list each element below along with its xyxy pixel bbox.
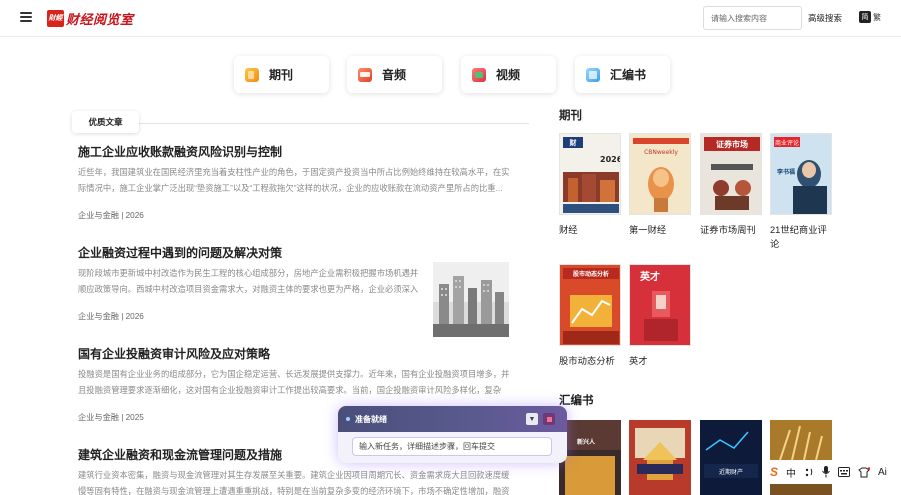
journal-name[interactable]: 英才 bbox=[629, 354, 691, 368]
logo-badge: 財經 bbox=[47, 9, 64, 27]
journal-cover[interactable]: 商业评论 李书福 bbox=[770, 133, 832, 215]
stop-icon bbox=[546, 416, 552, 422]
svg-text:英才: 英才 bbox=[639, 270, 660, 283]
category-label: 期刊 bbox=[269, 68, 294, 82]
journal-name[interactable]: 证券市场周刊 bbox=[700, 223, 762, 237]
punctuation-icon[interactable] bbox=[804, 465, 814, 479]
audio-icon bbox=[358, 67, 372, 82]
hamburger-menu-icon[interactable] bbox=[20, 12, 32, 22]
article-item[interactable]: 施工企业应收账款融资风险识别与控制 近些年，我国建筑业在国民经济里充当着支柱性产… bbox=[78, 145, 510, 220]
category-label: 音频 bbox=[382, 68, 407, 82]
task-panel: 准备就绪 ▼ bbox=[338, 406, 567, 463]
category-video-button[interactable]: 视频 bbox=[461, 56, 556, 93]
journal-cover[interactable]: 股市动态分析 bbox=[559, 264, 621, 346]
journal-item[interactable]: 财 2026 财经 bbox=[559, 133, 621, 237]
article-title[interactable]: 施工企业应收账款融资风险识别与控制 bbox=[78, 145, 510, 159]
journal-item[interactable]: 证券市场 证券市场周刊 bbox=[700, 133, 762, 237]
article-summary: 建筑行业资本密集，融资与现金流管理对其生存发展至关重要。建筑企业因项目周期冗长、… bbox=[78, 470, 510, 495]
journal-name[interactable]: 21世纪商业评论 bbox=[770, 223, 832, 251]
category-compilation-button[interactable]: 汇编书 bbox=[575, 56, 670, 93]
article-meta: 企业与金融 | 2026 bbox=[78, 312, 144, 321]
journal-cover[interactable]: 证券市场 bbox=[700, 133, 762, 215]
article-summary: 近些年，我国建筑业在国民经济里充当着支柱性产业的角色，于固定资产投资当中所占比例… bbox=[78, 167, 510, 193]
skin-icon[interactable] bbox=[858, 465, 871, 479]
journal-item[interactable]: 商业评论 李书福 21世纪商业评论 bbox=[770, 133, 832, 251]
logo-text: 财经阅览室 bbox=[66, 11, 134, 27]
article-item[interactable]: 企业融资过程中遇到的问题及解决对策 现阶段城市更新城中村改造作为民生工程的核心组… bbox=[78, 246, 510, 337]
traditional-chinese-button[interactable]: 繁 bbox=[873, 12, 881, 23]
svg-text:商业评论: 商业评论 bbox=[775, 139, 799, 147]
article-title[interactable]: 国有企业投融资审计风险及应对策略 bbox=[78, 347, 510, 361]
compilation-book-item[interactable]: 新兴人 bbox=[559, 420, 621, 495]
journal-cover[interactable]: CBNweekly bbox=[629, 133, 691, 215]
ime-logo-icon[interactable]: S bbox=[770, 465, 778, 479]
journal-cover[interactable]: 财 2026 bbox=[559, 133, 621, 215]
svg-text:李书福: 李书福 bbox=[776, 168, 795, 176]
tab-featured-articles[interactable]: 优质文章 bbox=[72, 111, 139, 133]
article-summary: 投融资是国有企业业务的组成部分，它为国企稳定运营、长远发展提供支撑力。近年来，国… bbox=[78, 369, 510, 395]
ai-icon[interactable]: Ai bbox=[878, 465, 887, 479]
svg-text:CBNweekly: CBNweekly bbox=[644, 149, 678, 156]
search-input[interactable] bbox=[703, 6, 802, 30]
journal-item[interactable]: CBNweekly 第一财经 bbox=[629, 133, 691, 237]
compilation-book-item[interactable]: 近期财产 bbox=[700, 420, 762, 495]
microphone-icon[interactable] bbox=[822, 465, 830, 479]
category-journal-button[interactable]: 期刊 bbox=[234, 56, 329, 93]
journal-icon bbox=[245, 67, 259, 82]
ime-toolbar: S 中 Ai bbox=[764, 460, 901, 484]
task-status: 准备就绪 bbox=[355, 414, 387, 424]
category-label: 汇编书 bbox=[610, 68, 647, 82]
stop-button[interactable] bbox=[543, 413, 555, 425]
journal-item[interactable]: 股市动态分析 股市动态分析 bbox=[559, 264, 621, 368]
article-title[interactable]: 企业融资过程中遇到的问题及解决对策 bbox=[78, 246, 510, 260]
language-toggle[interactable]: 简 繁 bbox=[859, 11, 881, 23]
ime-language-toggle[interactable]: 中 bbox=[786, 465, 796, 480]
site-logo[interactable]: 財經 财经阅览室 bbox=[47, 9, 134, 27]
svg-text:股市动态分析: 股市动态分析 bbox=[573, 270, 609, 278]
svg-text:新兴人: 新兴人 bbox=[577, 438, 596, 446]
journal-name[interactable]: 第一财经 bbox=[629, 223, 691, 237]
compilation-icon bbox=[586, 67, 600, 82]
task-input[interactable] bbox=[352, 437, 552, 456]
journals-section-title: 期刊 bbox=[559, 110, 582, 122]
video-icon bbox=[472, 67, 486, 82]
tab-divider bbox=[72, 123, 529, 124]
article-meta: 企业与金融 | 2026 bbox=[78, 211, 144, 220]
category-label: 视频 bbox=[496, 68, 521, 82]
status-dot-icon bbox=[346, 417, 350, 421]
article-summary: 现阶段城市更新城中村改造作为民生工程的核心组成部分，房地产企业需积极把握市场机遇… bbox=[78, 268, 419, 294]
collapse-button[interactable]: ▼ bbox=[526, 413, 538, 425]
svg-text:财: 财 bbox=[569, 138, 577, 147]
simplified-chinese-button[interactable]: 简 bbox=[859, 11, 871, 23]
compilation-book-item[interactable] bbox=[629, 420, 691, 495]
journal-name[interactable]: 财经 bbox=[559, 223, 621, 237]
journal-item[interactable]: 英才 英才 bbox=[629, 264, 691, 368]
category-audio-button[interactable]: 音频 bbox=[347, 56, 442, 93]
svg-text:2026: 2026 bbox=[600, 155, 621, 164]
top-header: 財經 财经阅览室 高级搜索 简 繁 bbox=[0, 0, 901, 37]
svg-text:证券市场: 证券市场 bbox=[716, 139, 748, 149]
advanced-search-link[interactable]: 高级搜索 bbox=[808, 12, 842, 24]
article-item[interactable]: 国有企业投融资审计风险及应对策略 投融资是国有企业业务的组成部分，它为国企稳定运… bbox=[78, 347, 510, 422]
journal-cover[interactable]: 英才 bbox=[629, 264, 691, 346]
journal-name[interactable]: 股市动态分析 bbox=[559, 354, 621, 368]
article-meta: 企业与金融 | 2025 bbox=[78, 413, 144, 422]
compilation-section-title: 汇编书 bbox=[559, 395, 594, 407]
article-thumbnail-image[interactable] bbox=[433, 262, 509, 337]
svg-text:近期财产: 近期财产 bbox=[719, 468, 743, 476]
keyboard-icon[interactable] bbox=[838, 465, 851, 479]
